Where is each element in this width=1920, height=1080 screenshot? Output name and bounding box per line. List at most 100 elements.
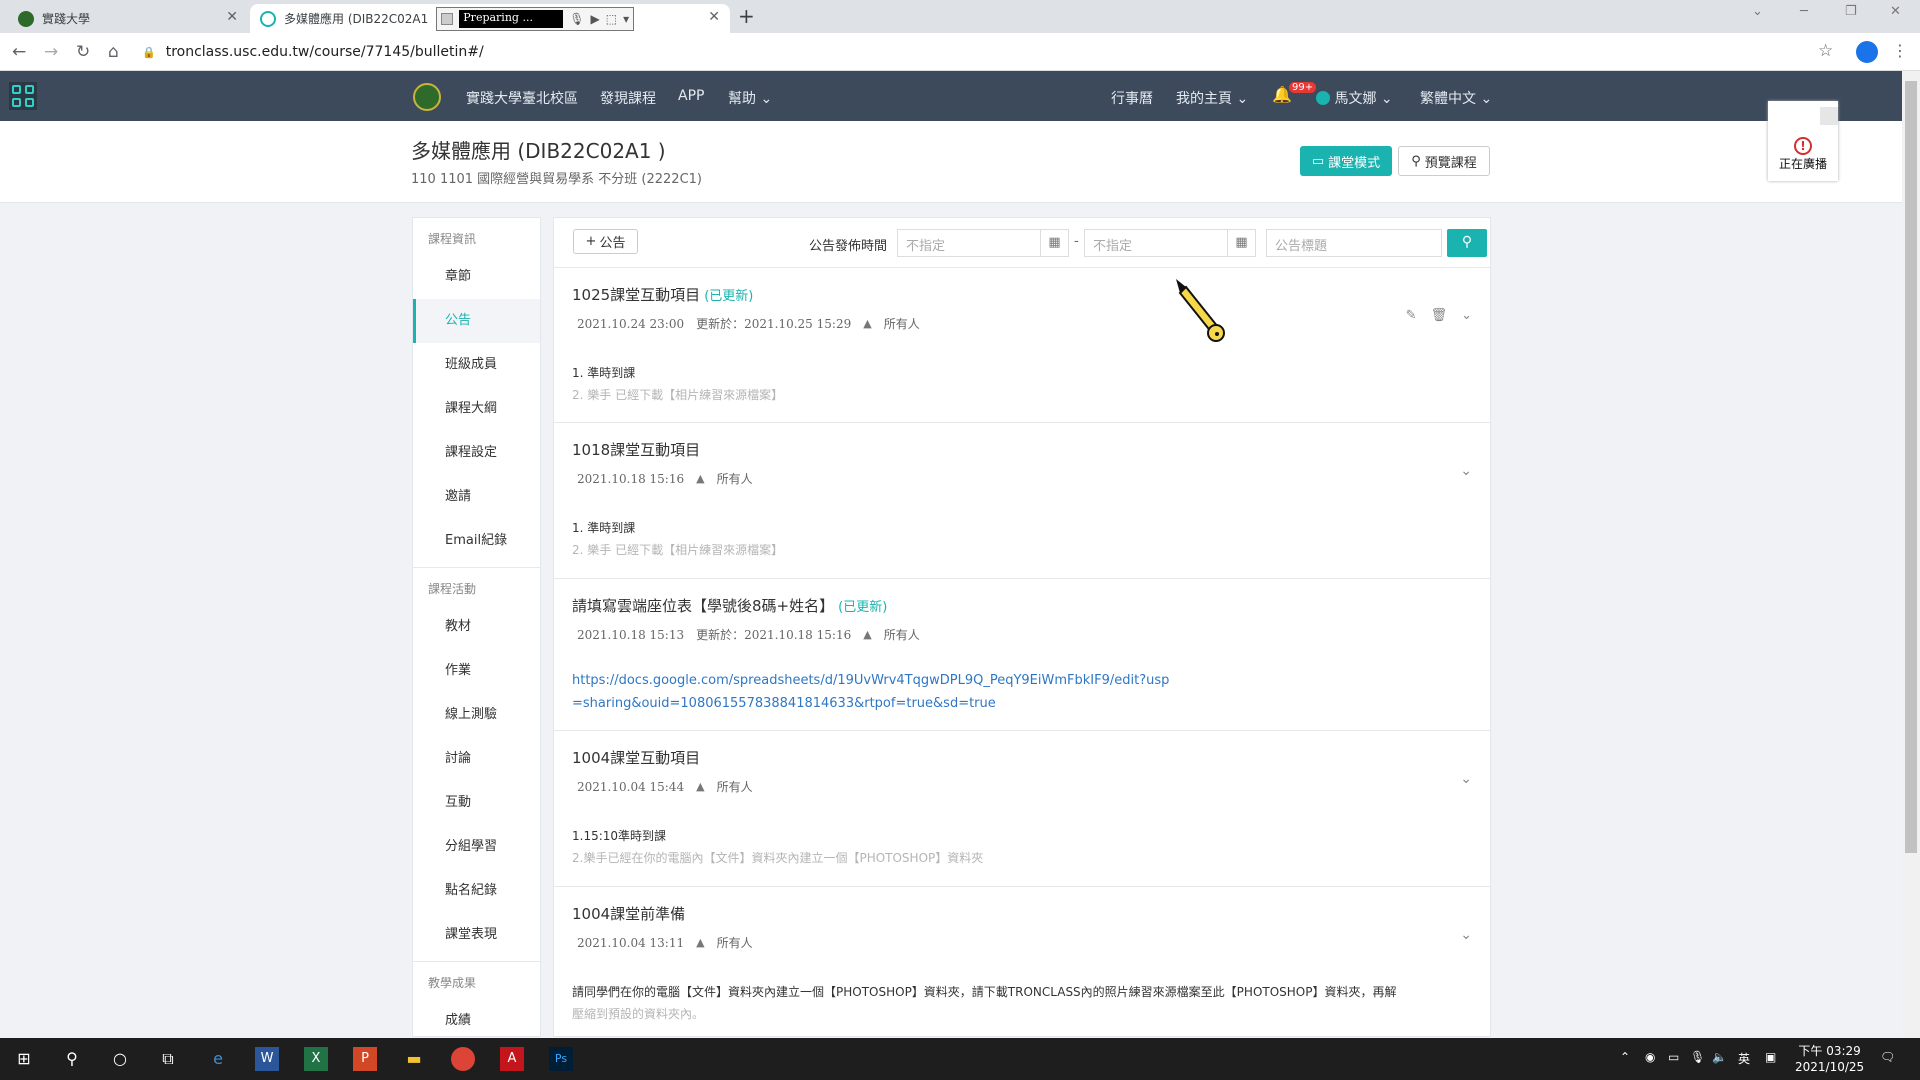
bulletin-item[interactable]: 1004課堂前準備 2021.10.04 13:11 ▲ 所有人 ⌄ 請同學們在…	[554, 887, 1490, 1036]
bulletin-title-text: 請填寫雲端座位表【學號後8碼+姓名】	[572, 597, 835, 615]
language-menu[interactable]: 繁體中文 ⌄	[1420, 88, 1492, 108]
sidebar-item-performance[interactable]: 課堂表現	[413, 913, 540, 957]
sidebar-item-members[interactable]: 班級成員	[413, 343, 540, 387]
sidebar-item-online-quiz[interactable]: 線上測驗	[413, 693, 540, 737]
sidebar-item-chapters[interactable]: 章節	[413, 255, 540, 299]
sidebar-item-group-learning[interactable]: 分組學習	[413, 825, 540, 869]
browser-tab-course[interactable]: 多媒體應用 (DIB22C02A1 Preparing ... 🎙 ▶ ⬚ ▾ …	[250, 4, 730, 33]
broadcast-close-square[interactable]	[1820, 107, 1838, 125]
sidebar-item-roll-call[interactable]: 點名紀錄	[413, 869, 540, 913]
word-icon[interactable]: W	[255, 1047, 279, 1071]
powerpoint-icon[interactable]: P	[353, 1047, 377, 1071]
sidebar-item-settings[interactable]: 課程設定	[413, 431, 540, 475]
minimize-button[interactable]: ─	[1800, 4, 1808, 19]
browser-menu-icon[interactable]: ⋮	[1892, 41, 1908, 60]
scrollbar-thumb[interactable]	[1905, 81, 1917, 853]
university-logo[interactable]	[413, 83, 441, 111]
broadcast-widget[interactable]: ! 正在廣播	[1768, 101, 1838, 181]
chevron-down-icon[interactable]: ⌄	[1460, 927, 1472, 943]
sidebar-item-syllabus[interactable]: 課程大綱	[413, 387, 540, 431]
cortana-icon[interactable]: ○	[108, 1047, 132, 1071]
title-search-input[interactable]: 公告標題	[1266, 229, 1442, 257]
file-explorer-icon[interactable]: ▬	[402, 1047, 426, 1071]
audience: 所有人	[883, 317, 920, 331]
tray-app-icon[interactable]: ◉	[1645, 1050, 1655, 1064]
app-grid-icon[interactable]	[9, 82, 37, 110]
windows-taskbar: ⊞ ⚲ ○ ⧉ e W X P ▬ A Ps ⌃ ◉ ▭ 🎙 🔈 英 ▣ 下午 …	[0, 1038, 1920, 1080]
sidebar-item-homework[interactable]: 作業	[413, 649, 540, 693]
recorder-menu-chevron-icon[interactable]: ▾	[623, 12, 629, 26]
nav-campus[interactable]: 實踐大學臺北校區	[466, 88, 578, 108]
microphone-icon[interactable]: 🎙	[1690, 1050, 1705, 1064]
chevron-down-icon[interactable]: ⌄	[1461, 308, 1472, 323]
bulletin-item[interactable]: 1004課堂互動項目 2021.10.04 15:44 ▲ 所有人 ⌄ 1.15…	[554, 731, 1490, 887]
nav-my-home[interactable]: 我的主頁 ⌄	[1176, 88, 1248, 108]
reload-icon[interactable]: ↻	[76, 42, 90, 62]
sidebar-item-invite[interactable]: 邀請	[413, 475, 540, 519]
nav-calendar[interactable]: 行事曆	[1111, 88, 1153, 108]
user-menu[interactable]: 馬文娜 ⌄	[1316, 88, 1393, 108]
network-icon[interactable]: ▭	[1668, 1050, 1679, 1064]
sidebar-item-materials[interactable]: 教材	[413, 605, 540, 649]
volume-icon[interactable]: 🔈	[1712, 1050, 1727, 1064]
bookmark-star-icon[interactable]: ☆	[1818, 41, 1833, 61]
acrobat-icon[interactable]: A	[500, 1047, 524, 1071]
page-scrollbar[interactable]	[1902, 71, 1920, 1038]
edge-icon[interactable]: e	[206, 1047, 230, 1071]
publish-time-label: 公告發佈時間	[809, 239, 888, 254]
home-icon[interactable]: ⌂	[108, 42, 119, 62]
sidebar-item-email-log[interactable]: Email紀錄	[413, 519, 540, 563]
recorder-checkbox[interactable]	[441, 12, 454, 25]
forward-arrow-icon[interactable]: →	[44, 42, 58, 62]
ime-indicator[interactable]: 英	[1738, 1050, 1750, 1067]
bulletin-item[interactable]: 請填寫雲端座位表【學號後8碼+姓名】 (已更新) 2021.10.18 15:13…	[554, 579, 1490, 731]
spreadsheet-link[interactable]: https://docs.google.com/spreadsheets/d/1…	[572, 673, 1169, 711]
date-to-input[interactable]: 不指定	[1084, 229, 1228, 257]
search-button[interactable]: ⚲	[1447, 229, 1487, 257]
sidebar-item-bulletin[interactable]: 公告	[413, 299, 540, 343]
browser-tab-usc[interactable]: 實踐大學 ✕	[8, 4, 248, 33]
add-bulletin-button[interactable]: + 公告	[573, 229, 638, 254]
trash-icon[interactable]: 🗑	[1431, 308, 1448, 323]
url-field[interactable]: 🔒 tronclass.usc.edu.tw/course/77145/bull…	[142, 41, 484, 63]
new-tab-button[interactable]: +	[738, 4, 755, 28]
back-arrow-icon[interactable]: ←	[12, 42, 26, 62]
date-from-input[interactable]: 不指定	[897, 229, 1041, 257]
close-tab-icon[interactable]: ✕	[708, 9, 720, 25]
search-icon: ⚲	[1411, 153, 1421, 169]
sidebar-item-grades[interactable]: 成績	[413, 999, 540, 1036]
nav-app[interactable]: APP	[678, 88, 704, 104]
photoshop-icon[interactable]: Ps	[549, 1047, 573, 1071]
microphone-icon[interactable]: 🎙	[569, 12, 584, 26]
close-tab-icon[interactable]: ✕	[226, 9, 238, 25]
sidebar-item-discussion[interactable]: 討論	[413, 737, 540, 781]
ime-mode-icon[interactable]: ▣	[1765, 1050, 1776, 1064]
nav-help[interactable]: 幫助 ⌄	[728, 88, 772, 108]
close-window-button[interactable]: ✕	[1890, 4, 1901, 19]
calendar-icon[interactable]: ▦	[1228, 229, 1256, 257]
chrome-icon[interactable]	[451, 1047, 475, 1071]
system-clock[interactable]: 下午 03:29 2021/10/25	[1795, 1043, 1864, 1075]
chevron-down-icon[interactable]: ⌄	[1460, 771, 1472, 787]
windows-start-icon[interactable]: ⊞	[12, 1047, 36, 1071]
chevron-down-icon[interactable]: ⌄	[1460, 463, 1472, 479]
screen-select-icon[interactable]: ⬚	[606, 12, 617, 26]
nav-discover-courses[interactable]: 發現課程	[600, 88, 656, 108]
profile-avatar-icon[interactable]	[1856, 41, 1878, 63]
tray-expand-icon[interactable]: ⌃	[1620, 1050, 1630, 1064]
task-view-icon[interactable]: ⧉	[156, 1047, 180, 1071]
camera-icon[interactable]: ▶	[591, 12, 600, 26]
bulletin-item[interactable]: 1025課堂互動項目 (已更新) 2021.10.24 23:00 更新於：202…	[554, 268, 1490, 423]
restore-button[interactable]: ❐	[1845, 4, 1857, 19]
calendar-icon[interactable]: ▦	[1041, 229, 1069, 257]
bulletin-item[interactable]: 1018課堂互動項目 2021.10.18 15:16 ▲ 所有人 ⌄ 1. 準…	[554, 423, 1490, 579]
tab-search-chevron-icon[interactable]: ⌄	[1752, 4, 1763, 19]
notifications-icon[interactable]: 🗨	[1880, 1050, 1895, 1064]
sidebar-item-interaction[interactable]: 互動	[413, 781, 540, 825]
preview-course-button[interactable]: ⚲ 預覽課程	[1398, 146, 1490, 176]
class-mode-button[interactable]: ▭ 課堂模式	[1300, 146, 1392, 176]
excel-icon[interactable]: X	[304, 1047, 328, 1071]
chevron-down-icon: ⌄	[1380, 91, 1393, 107]
edit-icon[interactable]: ✎	[1406, 308, 1417, 323]
search-icon[interactable]: ⚲	[60, 1047, 84, 1071]
